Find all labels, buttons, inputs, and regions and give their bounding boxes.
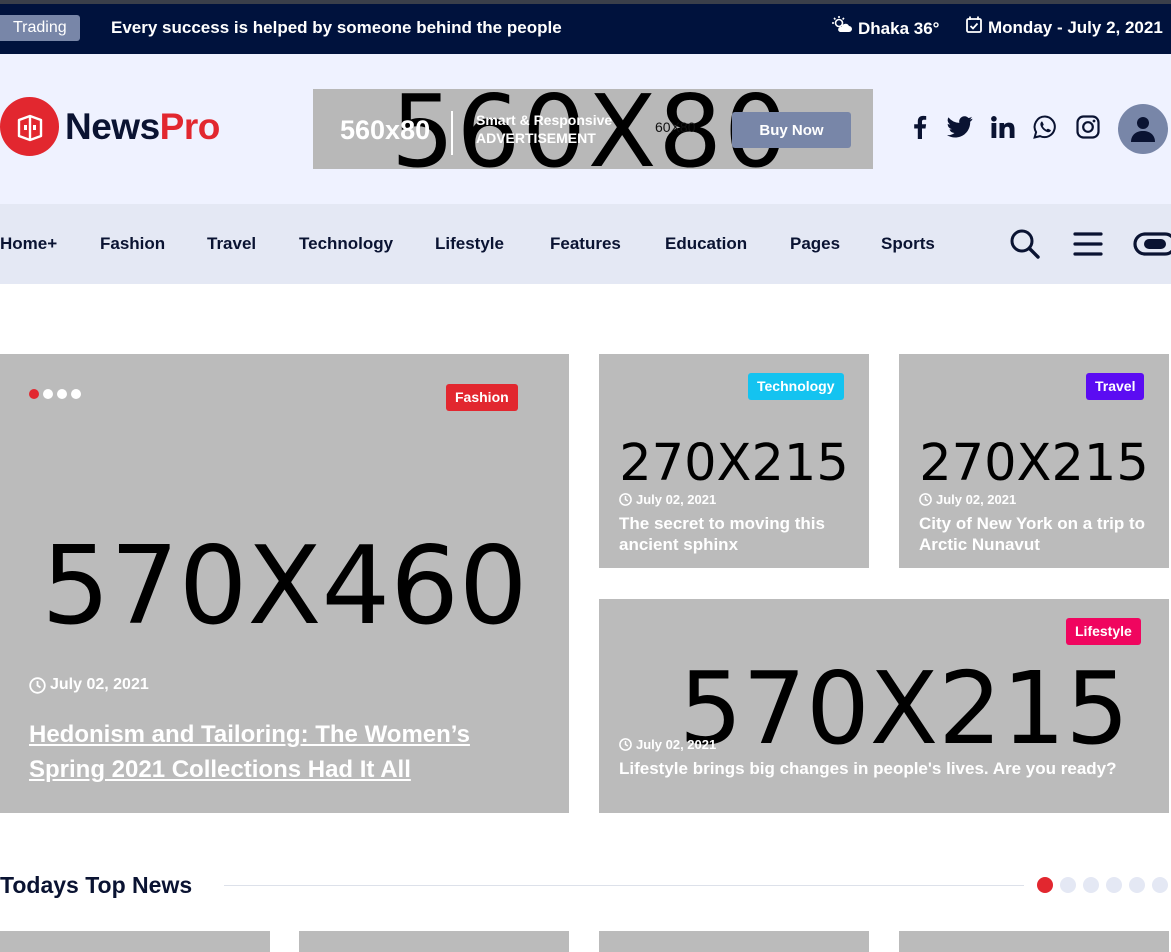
article-title-link[interactable]: The secret to moving this ancient sphinx [619, 513, 859, 555]
nav-item-sports[interactable]: Sports [881, 234, 935, 254]
ad-size-label: 560x80 [340, 115, 431, 145]
top-news-card[interactable] [299, 931, 569, 952]
top-news-card[interactable] [899, 931, 1169, 952]
article-title-link[interactable]: Lifestyle brings big changes in people's… [619, 758, 1149, 779]
image-placeholder: 570X460 [41, 524, 528, 649]
slider-dot[interactable] [71, 389, 81, 399]
book-icon [0, 97, 59, 156]
weather-widget: Dhaka 36° [832, 16, 939, 41]
ad-small-label: 60X80 [655, 119, 696, 135]
clock-icon [919, 493, 932, 506]
ad-tagline-line1: Smart & Responsive [476, 112, 613, 128]
ad-divider [451, 111, 453, 155]
slider-dots [29, 389, 81, 399]
slider-dot[interactable] [43, 389, 53, 399]
clock-icon [619, 738, 632, 751]
image-placeholder: 270X215 [619, 434, 849, 493]
nav-item-education[interactable]: Education [665, 234, 747, 254]
instagram-icon[interactable] [1075, 114, 1101, 140]
article-date: July 02, 2021 [619, 492, 716, 507]
facebook-icon[interactable] [907, 114, 933, 140]
logo-text: NewsPro [65, 106, 220, 148]
site-logo[interactable]: NewsPro [0, 97, 220, 156]
article-card[interactable]: 270X215 Travel July 02, 2021 City of New… [899, 354, 1169, 568]
featured-article-card[interactable]: 570X460 Fashion July 02, 2021 Hedonism a… [0, 354, 569, 813]
weather-text: Dhaka 36° [858, 18, 940, 38]
nav-item-home[interactable]: Home+ [0, 234, 57, 254]
section-title: Todays Top News [0, 872, 193, 898]
slider-dot[interactable] [29, 389, 39, 399]
theme-toggle-icon[interactable] [1133, 228, 1171, 260]
top-news-card[interactable] [599, 931, 869, 952]
carousel-dot[interactable] [1060, 877, 1076, 893]
article-date-text: July 02, 2021 [636, 737, 717, 752]
article-date: July 02, 2021 [619, 737, 716, 752]
menu-icon[interactable] [1072, 228, 1104, 260]
section-divider [224, 885, 1024, 886]
category-badge[interactable]: Lifestyle [1066, 618, 1141, 645]
logo-pro: Pro [159, 105, 221, 147]
nav-item-travel[interactable]: Travel [207, 234, 256, 254]
carousel-dot[interactable] [1037, 877, 1053, 893]
article-date-text: July 02, 2021 [636, 492, 717, 507]
article-date: July 02, 2021 [29, 676, 149, 694]
top-bar: Trading Every success is helped by someo… [0, 0, 1171, 54]
linkedin-icon[interactable] [990, 114, 1016, 140]
ad-tagline: Smart & Responsive ADVERTISEMENT [476, 111, 612, 147]
category-badge[interactable]: Travel [1086, 373, 1145, 400]
whatsapp-icon[interactable] [1032, 114, 1058, 140]
news-ticker[interactable]: Every success is helped by someone behin… [111, 16, 562, 40]
nav-item-lifestyle[interactable]: Lifestyle [435, 234, 504, 254]
category-badge[interactable]: Fashion [446, 384, 518, 411]
logo-news: News [65, 105, 160, 147]
clock-icon [619, 493, 632, 506]
image-placeholder: 270X215 [919, 434, 1149, 493]
date-text: Monday - July 2, 2021 [988, 18, 1163, 37]
slider-dot[interactable] [57, 389, 67, 399]
category-badge[interactable]: Technology [748, 373, 844, 400]
article-card[interactable]: 570X215 Lifestyle July 02, 2021 Lifestyl… [599, 599, 1169, 813]
article-date-text: July 02, 2021 [936, 492, 1017, 507]
buy-now-button[interactable]: Buy Now [732, 112, 851, 148]
calendar-icon [966, 16, 982, 40]
carousel-dot[interactable] [1152, 877, 1168, 893]
header-advertisement[interactable]: 560X80 560x80 Smart & Responsive ADVERTI… [313, 89, 873, 169]
carousel-dot[interactable] [1129, 877, 1145, 893]
search-icon[interactable] [1009, 228, 1041, 260]
nav-item-pages[interactable]: Pages [790, 234, 840, 254]
clock-icon [29, 676, 46, 694]
twitter-icon[interactable] [947, 114, 973, 140]
article-date: July 02, 2021 [919, 492, 1016, 507]
nav-item-fashion[interactable]: Fashion [100, 234, 165, 254]
ad-tagline-line2: ADVERTISEMENT [476, 130, 596, 146]
nav-item-technology[interactable]: Technology [299, 234, 393, 254]
trading-label[interactable]: Trading [0, 15, 80, 41]
weather-icon [832, 16, 852, 41]
article-title-link[interactable]: Hedonism and Tailoring: The Women’s Spri… [29, 717, 529, 787]
carousel-dot[interactable] [1106, 877, 1122, 893]
user-avatar-button[interactable] [1118, 104, 1168, 154]
article-card[interactable]: 270X215 Technology July 02, 2021 The sec… [599, 354, 869, 568]
site-header: NewsPro 560X80 560x80 Smart & Responsive… [0, 54, 1171, 204]
date-widget: Monday - July 2, 2021 [966, 16, 1163, 40]
article-title-link[interactable]: City of New York on a trip to Arctic Nun… [919, 513, 1159, 555]
nav-item-features[interactable]: Features [550, 234, 621, 254]
main-navigation: Home+ Fashion Travel Technology Lifestyl… [0, 204, 1171, 284]
carousel-dot[interactable] [1083, 877, 1099, 893]
article-date-text: July 02, 2021 [50, 676, 149, 693]
user-icon [1131, 117, 1155, 142]
top-news-card[interactable] [0, 931, 270, 952]
